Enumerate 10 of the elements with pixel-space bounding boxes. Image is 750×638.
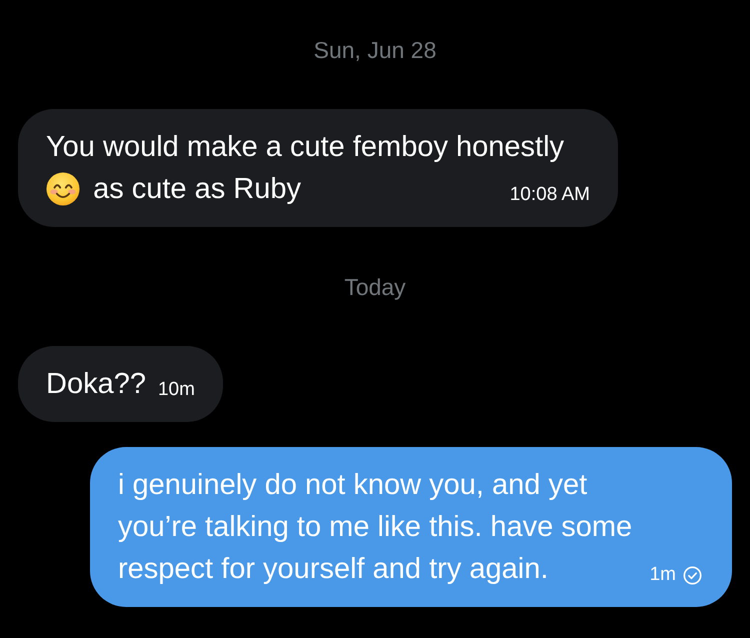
message-time: 1m bbox=[650, 563, 676, 587]
smiling-face-icon bbox=[46, 172, 80, 206]
date-separator: Sun, Jun 28 bbox=[314, 38, 436, 62]
message-text: You would make a cute femboy honestly bbox=[46, 131, 564, 163]
message-text: Doka?? bbox=[46, 368, 146, 400]
message-time: 10m bbox=[158, 378, 195, 402]
date-separator: Today bbox=[344, 275, 406, 299]
message-text: as cute as Ruby bbox=[93, 173, 302, 205]
message-text: i genuinely do not know you, and yet you’re talking to me like this. have some respect for yourself and try again. bbox=[118, 469, 632, 585]
message-time: 10:08 AM bbox=[510, 183, 590, 207]
